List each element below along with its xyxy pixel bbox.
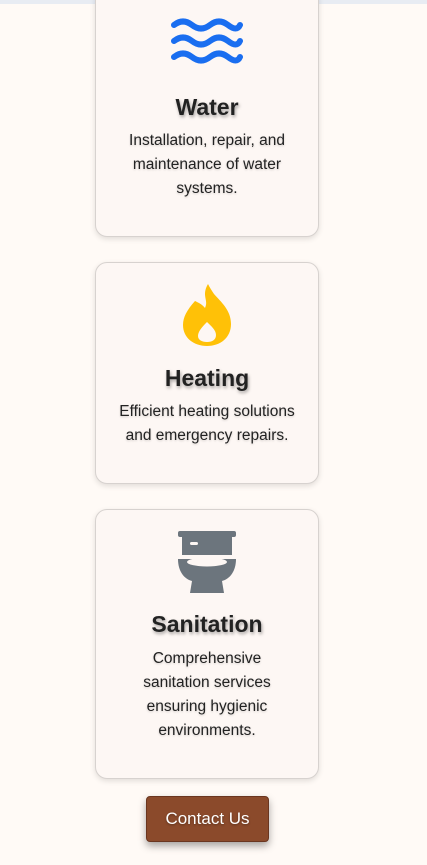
toilet-icon <box>96 529 318 595</box>
service-card-water: Water Installation, repair, and maintena… <box>95 0 319 237</box>
contact-us-button[interactable]: Contact Us <box>146 796 269 842</box>
service-card-sanitation: Sanitation Comprehensive sanitation serv… <box>95 509 319 779</box>
service-title: Sanitation <box>151 611 263 637</box>
service-title: Water <box>175 94 239 120</box>
service-title: Heating <box>164 365 250 391</box>
water-waves-icon <box>96 18 318 68</box>
service-description: Comprehensive sanitation services ensuri… <box>143 650 271 739</box>
service-description: Installation, repair, and maintenance of… <box>129 132 285 197</box>
service-description: Efficient heating solutions and emergenc… <box>119 403 295 444</box>
service-card-heating: Heating Efficient heating solutions and … <box>95 262 319 484</box>
flame-icon <box>96 282 318 348</box>
